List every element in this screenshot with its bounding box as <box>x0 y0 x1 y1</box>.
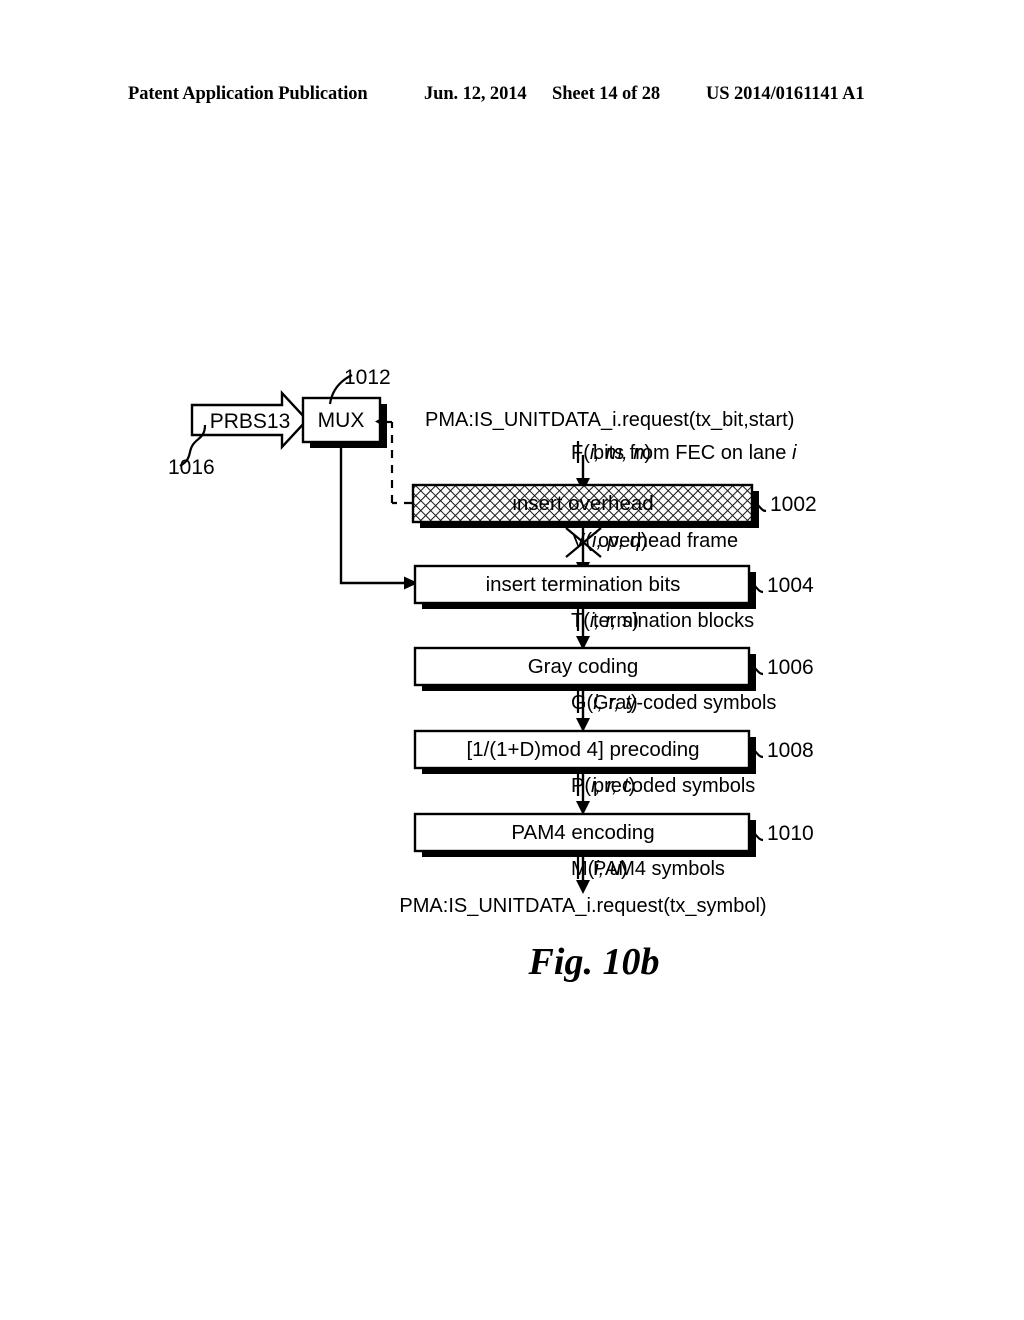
mux-label: MUX <box>317 409 365 432</box>
ref-1012-label: 1012 <box>344 366 391 389</box>
ref-1002-label: 1002 <box>770 493 817 516</box>
block-label-insert-overhead: insert overhead <box>512 492 654 515</box>
figure-vector-layer <box>179 374 767 894</box>
signal-p-description: precoded symbols <box>593 775 756 797</box>
signal-f-description: bits from FEC on lane i <box>593 442 797 464</box>
ref-1008-label: 1008 <box>767 739 814 762</box>
block-label-insert-termination-bits: insert termination bits <box>485 573 681 596</box>
ref-1004-label: 1004 <box>767 574 814 597</box>
block-label-precoding: [1/(1+D)mod 4] precoding <box>466 738 700 761</box>
figure-10b: PRBS13 1016 MUX 1012 PMA:IS_UNITDATA_i.r… <box>0 0 1024 1320</box>
block-label-gray-coding: Gray coding <box>527 655 639 678</box>
signal-t-description: termination blocks <box>593 610 755 632</box>
ref-1016-label: 1016 <box>168 456 215 479</box>
ref-1010-label: 1010 <box>767 822 814 845</box>
signal-m-description: PAM4 symbols <box>593 858 725 880</box>
prbs13-label: PRBS13 <box>209 410 291 433</box>
bottom-interface-label: PMA:IS_UNITDATA_i.request(tx_symbol) <box>399 895 767 917</box>
mux-termination-path <box>339 442 418 590</box>
signal-g-description: Gray-coded symbols <box>593 692 777 714</box>
figure-caption: Fig. 10b <box>528 941 660 983</box>
signal-v-description: overhead frame <box>598 530 739 552</box>
ref-1006-label: 1006 <box>767 656 814 679</box>
top-interface-label: PMA:IS_UNITDATA_i.request(tx_bit,start) <box>425 409 795 431</box>
block-label-pam4-encoding: PAM4 encoding <box>511 821 655 844</box>
